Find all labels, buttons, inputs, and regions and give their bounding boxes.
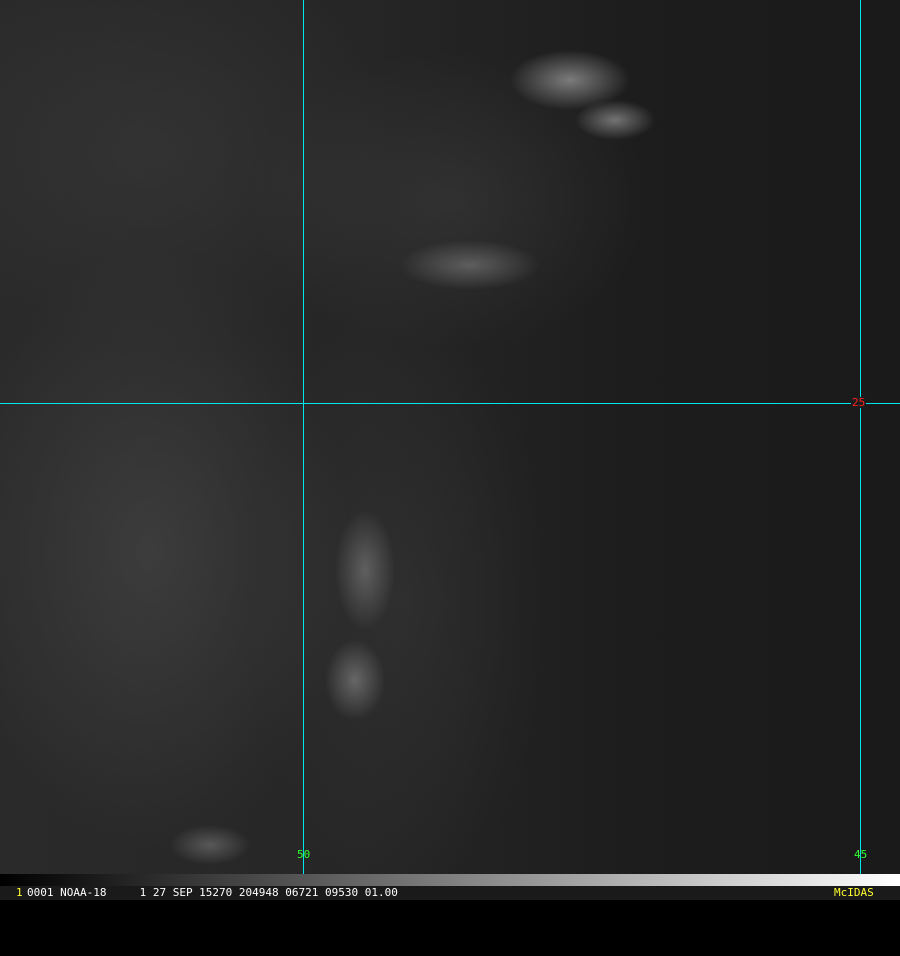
satellite-display: 25 50 45 1 0001 NOAA-18 1 27 SEP 15270 2… <box>0 0 900 900</box>
longitude-line-50 <box>303 0 304 886</box>
latitude-line-25 <box>0 403 900 404</box>
status-line: 1 0001 NOAA-18 1 27 SEP 15270 204948 067… <box>0 886 900 900</box>
grayscale-color-bar <box>0 874 900 886</box>
longitude-line-45 <box>860 0 861 886</box>
frame-number: 1 <box>16 886 23 899</box>
image-info: 0001 NOAA-18 1 27 SEP 15270 204948 06721… <box>27 886 398 899</box>
longitude-label-50: 50 <box>297 848 311 861</box>
longitude-label-45: 45 <box>854 848 868 861</box>
mcidas-brand: McIDAS <box>834 886 874 899</box>
latitude-label: 25 <box>851 396 867 409</box>
satellite-imagery <box>0 0 900 874</box>
